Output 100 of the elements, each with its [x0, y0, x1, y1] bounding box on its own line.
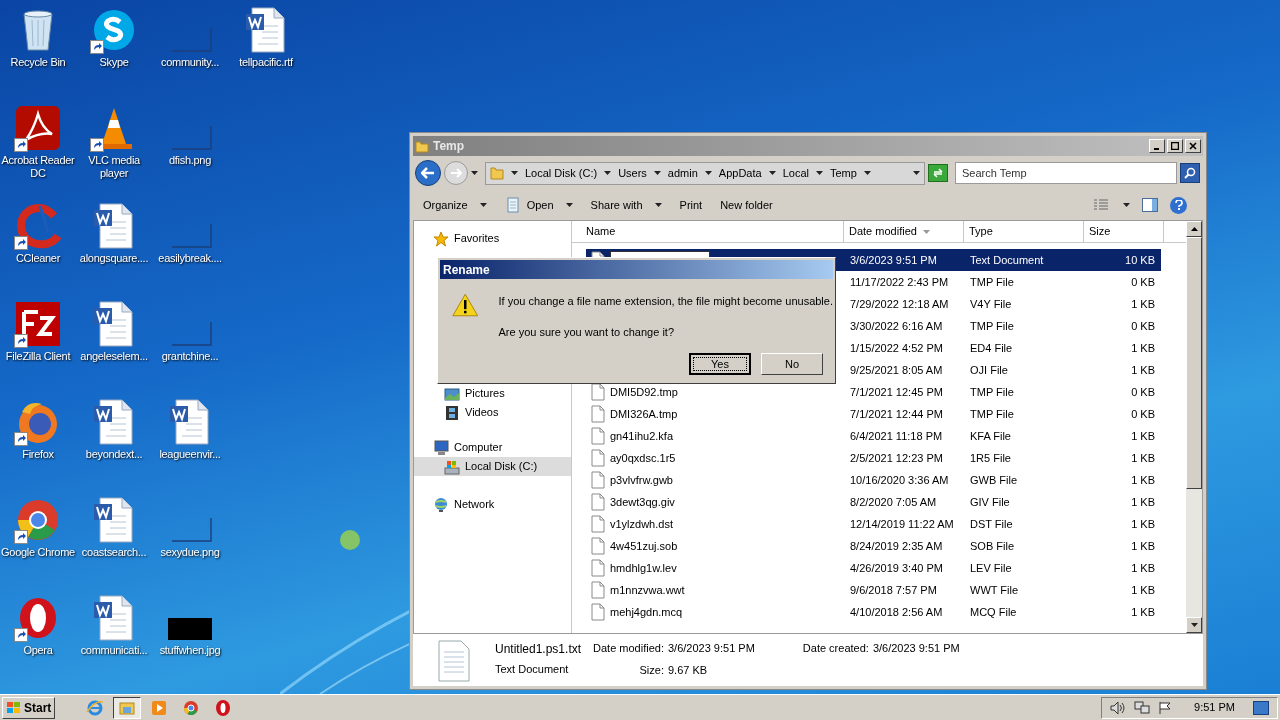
desktop-icon-label[interactable]: tellpacific.rtf	[229, 56, 303, 69]
caret-icon	[653, 171, 661, 175]
toolbar-button[interactable]: Open	[500, 194, 577, 216]
maximize-button[interactable]	[1167, 139, 1183, 153]
close-icon	[1189, 142, 1197, 150]
size-cell-text: 1 KB	[1130, 362, 1156, 378]
type-cell-text: ED4 File	[969, 340, 1014, 356]
folder-icon	[490, 166, 504, 180]
desktop-icon-label[interactable]: Recycle Bin	[1, 56, 75, 69]
details-file-name: Untitled1.ps1.txt	[495, 641, 582, 658]
nav-item[interactable]: Local Disk (C:)	[414, 457, 571, 476]
file-row[interactable]: ay0qxdsc.1r5 2/5/2021 12:23 PM 1R5 File 1 KB	[586, 447, 1161, 469]
explorer-taskbar-button[interactable]	[113, 696, 142, 719]
nav-item[interactable]: Network	[414, 495, 571, 514]
file-row[interactable]: 3dewt3qg.giv 8/2/2020 7:05 AM GIV File 1 KB	[586, 491, 1161, 513]
desktop-icon-label[interactable]: grantchine...	[153, 350, 227, 363]
opera-logo-icon	[214, 698, 233, 717]
file-row[interactable]: p3vlvfrw.gwb 10/16/2020 3:36 AM GWB File 1 KB	[586, 469, 1161, 491]
file-row[interactable]: mehj4gdn.mcq 4/10/2018 2:56 AM MCQ File 1 KB	[586, 601, 1161, 623]
image-thumbnail-icon	[168, 618, 212, 640]
desktop-icon-label[interactable]: dfish.png	[153, 154, 227, 167]
nav-item[interactable]: Videos	[414, 403, 571, 422]
dialog-title: Rename	[443, 261, 490, 279]
size-cell-text: 1 KB	[1130, 472, 1156, 488]
desktop-icon-label[interactable]: Acrobat Reader DC	[1, 154, 75, 180]
file-icon	[590, 427, 606, 445]
close-button[interactable]	[1185, 139, 1201, 153]
dialog-button[interactable]: Yes	[689, 353, 751, 375]
toolbar-button[interactable]: Print	[675, 194, 707, 216]
desktop-icon-label[interactable]: easilybreak....	[153, 252, 227, 265]
preview-pane-button[interactable]	[1142, 198, 1158, 212]
refresh-button[interactable]	[928, 164, 948, 182]
column-header[interactable]: Size	[1084, 221, 1164, 242]
file-row[interactable]: DMI5D92.tmp 7/1/2021 12:45 PM TMP File 0 KB	[586, 381, 1161, 403]
search-button[interactable]	[1180, 163, 1200, 183]
file-icon	[590, 581, 606, 599]
desktop-icon-label[interactable]: Firefox	[1, 448, 75, 461]
desktop-icon-label[interactable]: angeleselem...	[77, 350, 151, 363]
question-mark-icon	[1174, 200, 1183, 210]
clock[interactable]: 9:51 PM	[1194, 699, 1235, 716]
view-options-button[interactable]	[1093, 199, 1130, 211]
vertical-scrollbar[interactable]	[1186, 221, 1202, 633]
file-row[interactable]: gn41ihu2.kfa 6/4/2021 11:18 PM KFA File 1 KB	[586, 425, 1161, 447]
file-row[interactable]: DMI326A.tmp 7/1/2021 12:44 PM TMP File 0 KB	[586, 403, 1161, 425]
address-bar[interactable]: Local Disk (C:) Users admin AppData Local Temp	[485, 161, 925, 185]
dialog-button[interactable]: No	[761, 353, 823, 375]
toolbar-button[interactable]: Share with	[586, 194, 666, 216]
file-row[interactable]: v1ylzdwh.dst 12/14/2019 11:22 AM DST File 1 KB	[586, 513, 1161, 535]
help-button[interactable]	[1170, 196, 1187, 214]
breadcrumb[interactable]: Temp	[829, 164, 857, 182]
breadcrumb[interactable]: admin	[667, 164, 698, 182]
date-modified-cell-text: 7/1/2021 12:44 PM	[849, 406, 944, 422]
details-label: Size:	[638, 662, 664, 678]
back-button[interactable]	[415, 160, 441, 186]
desktop-icon-label[interactable]: community...	[153, 56, 227, 69]
acrobat-logo-icon	[14, 104, 62, 152]
size-cell-text: 1 KB	[1130, 582, 1156, 598]
size-cell-text: 1 KB	[1130, 538, 1156, 554]
desktop-icon-label[interactable]: Skype	[77, 56, 151, 69]
column-header[interactable]: Date modified	[844, 221, 964, 242]
breadcrumb[interactable]: AppData	[718, 164, 762, 182]
file-row[interactable]: 4w451zuj.sob 8/24/2019 2:35 AM SOB File 1 KB	[586, 535, 1161, 557]
toolbar-button[interactable]: Organize	[419, 194, 491, 216]
date-modified-cell-text: 10/16/2020 3:36 AM	[849, 472, 950, 488]
caret-icon	[815, 171, 823, 175]
start-button[interactable]: Start	[2, 696, 56, 719]
desktop-icon-label[interactable]: FileZilla Client	[1, 350, 75, 363]
show-desktop-button[interactable]	[1253, 700, 1269, 715]
file-row[interactable]: hmdhlg1w.lev 4/26/2019 3:40 PM LEV File 1 KB	[586, 557, 1161, 579]
breadcrumb[interactable]: Local Disk (C:)	[525, 164, 598, 182]
toolbar-button[interactable]: New folder	[716, 194, 777, 216]
flag-icon[interactable]	[1158, 700, 1173, 715]
column-header[interactable]: Type	[964, 221, 1084, 242]
file-row[interactable]: m1nnzvwa.wwt 9/6/2018 7:57 PM WWT File 1 KB	[586, 579, 1161, 601]
minimize-button[interactable]	[1149, 139, 1165, 153]
file-name: DMI326A.tmp	[610, 406, 678, 422]
search-field[interactable]: Search Temp	[955, 162, 1177, 184]
desktop-icon-label[interactable]: CCleaner	[1, 252, 75, 265]
desktop-icon-label[interactable]: sexydue.png	[153, 546, 227, 559]
file-name: hmdhlg1w.lev	[610, 560, 677, 576]
dialog-message: Are you sure you want to change it?	[498, 324, 675, 340]
desktop-icon-label[interactable]: coastsearch...	[77, 546, 151, 559]
desktop-icon-label[interactable]: beyondext...	[77, 448, 151, 461]
nav-item[interactable]: Computer	[414, 438, 571, 457]
blank-image-icon	[172, 518, 212, 542]
desktop-icon-label[interactable]: VLC media player	[77, 154, 151, 180]
desktop-icon-label[interactable]: Google Chrome	[1, 546, 75, 559]
desktop-icon-label[interactable]: leagueenvir...	[153, 448, 227, 461]
nav-item[interactable]: Favorites	[414, 229, 571, 248]
file-icon	[590, 537, 606, 555]
date-modified-cell-text: 4/10/2018 2:56 AM	[849, 604, 944, 620]
breadcrumb[interactable]: Local	[782, 164, 809, 182]
network-icon[interactable]	[1134, 700, 1151, 715]
column-header[interactable]: Name	[572, 221, 844, 242]
date-modified-cell-text: 9/25/2021 8:05 AM	[849, 362, 944, 378]
breadcrumb[interactable]: Users	[618, 164, 647, 182]
speaker-icon[interactable]	[1110, 700, 1127, 715]
type-cell-text: WWT File	[969, 582, 1020, 598]
desktop-icon-label[interactable]: alongsquare....	[77, 252, 151, 265]
nav-item[interactable]: Pictures	[414, 384, 571, 403]
